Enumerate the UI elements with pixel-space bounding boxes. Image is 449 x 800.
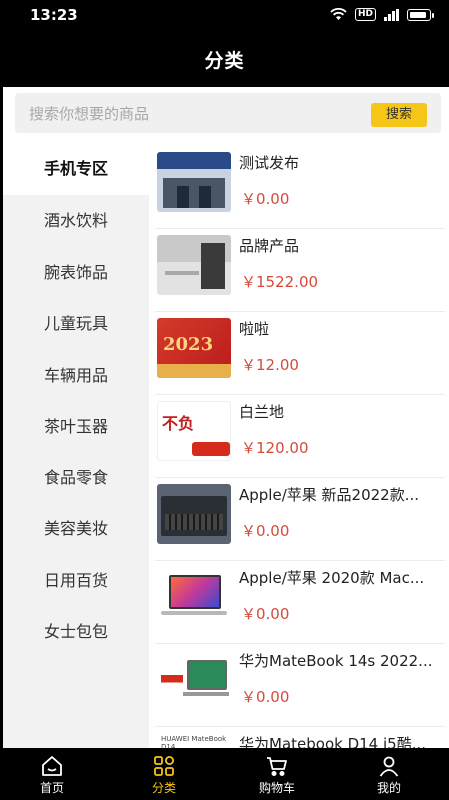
product-name: Apple/苹果 2020款 Mac... <box>239 569 425 587</box>
product-name: 华为Matebook D14 i5酷... <box>239 735 426 748</box>
home-icon <box>40 754 64 778</box>
product-image: 2023 <box>157 318 231 378</box>
status-time: 13:23 <box>30 6 78 24</box>
product-image-text: HUAWEI MateBook D14 <box>161 735 227 748</box>
product-image: HUAWEI MateBook D14 <box>157 733 231 748</box>
sidebar-item-car-goods[interactable]: 车辆用品 <box>3 350 149 402</box>
search-placeholder: 搜索你想要的商品 <box>29 105 150 123</box>
signal-icon <box>384 8 399 21</box>
product-name: 品牌产品 <box>239 237 300 255</box>
product-image <box>157 235 231 295</box>
tab-category-label: 分类 <box>151 781 176 795</box>
product-item[interactable]: Apple/苹果 2020款 Mac... ￥0.00 <box>155 561 445 644</box>
product-price: ￥1522.00 <box>241 273 319 291</box>
product-item[interactable]: 测试发布 ￥0.00 <box>155 146 445 229</box>
product-item[interactable]: Apple/苹果 新品2022款... ￥0.00 <box>155 478 445 561</box>
sidebar-item-handbags[interactable]: 女士包包 <box>3 606 149 658</box>
product-price: ￥12.00 <box>241 356 299 374</box>
product-image <box>157 650 231 710</box>
product-item[interactable]: HUAWEI MateBook D14 华为Matebook D14 i5酷..… <box>155 727 445 748</box>
product-price: ￥0.00 <box>241 522 290 540</box>
product-item[interactable]: 品牌产品 ￥1522.00 <box>155 229 445 312</box>
page-header: 分类 <box>0 32 449 87</box>
sidebar-item-snacks[interactable]: 食品零食 <box>3 452 149 504</box>
tab-cart[interactable]: 购物车 <box>237 748 317 800</box>
page-title: 分类 <box>204 50 245 72</box>
main-content: 搜索你想要的商品 搜索 手机专区 酒水饮料 腕表饰品 儿童玩具 车辆用品 茶叶玉… <box>3 87 449 748</box>
product-item[interactable]: 华为MateBook 14s 2022... ￥0.00 <box>155 644 445 727</box>
product-name: 测试发布 <box>239 154 300 172</box>
product-name: 华为MateBook 14s 2022... <box>239 652 433 670</box>
hd-icon: HD <box>354 8 376 21</box>
tab-home-label: 首页 <box>39 781 64 795</box>
product-image-text: 不负 <box>162 414 195 433</box>
sidebar-item-beauty[interactable]: 美容美妆 <box>3 503 149 555</box>
app-frame: 13:23 HD 分类 搜索你想要的商品 搜索 手机专区 酒水饮料 腕表饰品 儿… <box>0 0 449 800</box>
user-icon <box>377 754 401 778</box>
product-name: 白兰地 <box>239 403 285 421</box>
bottom-tab-bar: 首页 分类 购物车 我的 <box>0 748 449 800</box>
sidebar-item-toys[interactable]: 儿童玩具 <box>3 298 149 350</box>
product-price: ￥0.00 <box>241 688 290 706</box>
search-input[interactable]: 搜索你想要的商品 搜索 <box>15 93 441 133</box>
sidebar-item-tea-jade[interactable]: 茶叶玉器 <box>3 401 149 453</box>
sidebar-item-drinks[interactable]: 酒水饮料 <box>3 195 149 247</box>
sidebar-item-daily-goods[interactable]: 日用百货 <box>3 555 149 607</box>
product-image <box>157 484 231 544</box>
search-button[interactable]: 搜索 <box>371 103 427 127</box>
product-image <box>157 152 231 212</box>
cart-icon <box>265 754 289 778</box>
product-price: ￥120.00 <box>241 439 309 457</box>
product-list: 测试发布 ￥0.00 品牌产品 ￥1522.00 2023 啦啦 ￥12.00 … <box>155 143 449 748</box>
search-bar: 搜索你想要的商品 搜索 <box>3 87 449 143</box>
wifi-icon <box>330 8 347 21</box>
tab-profile-label: 我的 <box>376 781 401 795</box>
category-icon <box>152 754 176 778</box>
category-sidebar: 手机专区 酒水饮料 腕表饰品 儿童玩具 车辆用品 茶叶玉器 食品零食 美容美妆 … <box>3 143 149 748</box>
product-image <box>157 567 231 627</box>
product-item[interactable]: 2023 啦啦 ￥12.00 <box>155 312 445 395</box>
product-image: 不负 <box>157 401 231 461</box>
battery-icon <box>407 8 434 21</box>
product-item[interactable]: 不负 白兰地 ￥120.00 <box>155 395 445 478</box>
tab-home[interactable]: 首页 <box>12 748 92 800</box>
product-name: Apple/苹果 新品2022款... <box>239 486 420 504</box>
product-name: 啦啦 <box>239 320 270 338</box>
product-price: ￥0.00 <box>241 190 290 208</box>
status-bar: 13:23 HD <box>0 0 449 32</box>
product-image-text: 2023 <box>163 334 214 355</box>
status-icons: HD <box>330 8 434 21</box>
sidebar-item-phones[interactable]: 手机专区 <box>3 143 149 195</box>
sidebar-item-watches[interactable]: 腕表饰品 <box>3 247 149 299</box>
tab-cart-label: 购物车 <box>258 781 295 795</box>
product-price: ￥0.00 <box>241 605 290 623</box>
tab-profile[interactable]: 我的 <box>349 748 429 800</box>
tab-category[interactable]: 分类 <box>124 748 204 800</box>
